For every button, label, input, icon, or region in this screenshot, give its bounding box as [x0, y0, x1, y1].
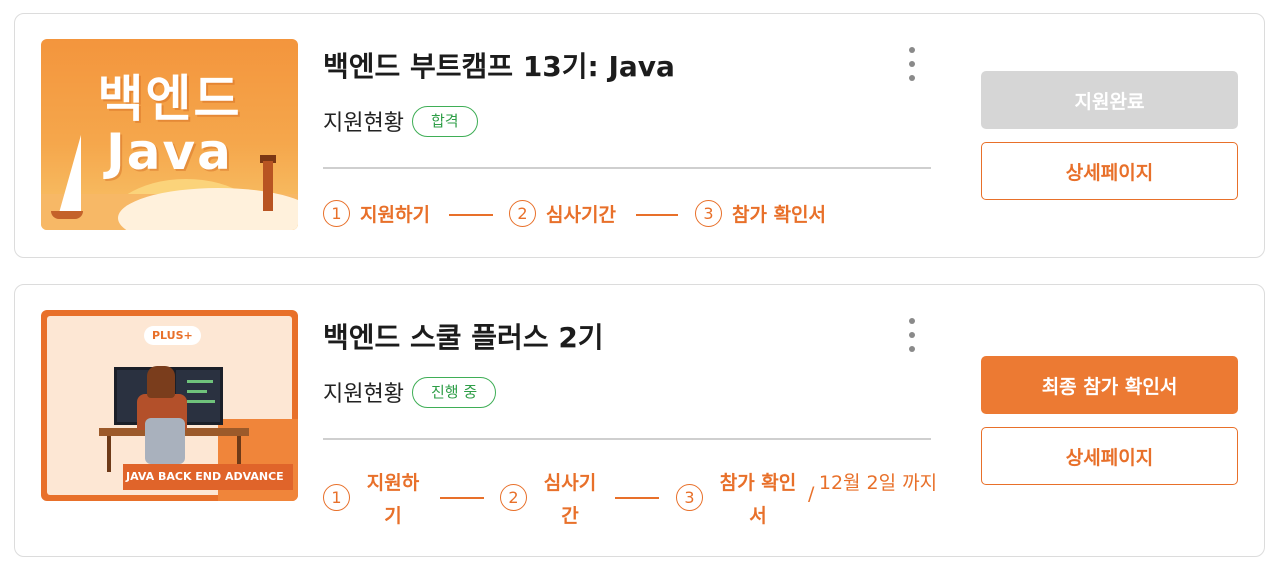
separator: / [808, 483, 815, 505]
divider [323, 167, 931, 169]
detail-page-button[interactable]: 상세페이지 [981, 142, 1238, 200]
step-label: 지원하기 [366, 472, 420, 527]
status-label: 지원현황 [323, 382, 404, 407]
step-connector [636, 214, 678, 216]
final-confirmation-button[interactable]: 최종 참가 확인서 [981, 356, 1238, 414]
code-line-graphic [187, 390, 207, 393]
step-label: 지원하기 [360, 204, 430, 226]
dot [909, 75, 915, 81]
program-card: 백엔드 Java 백엔드 부트캠프 13기: Java 지원현황 합격 1 지원… [14, 13, 1265, 258]
application-complete-button[interactable]: 지원완료 [981, 71, 1238, 129]
status-badge: 진행 중 [411, 376, 497, 408]
program-card: PLUS+ JAVA BACK END ADVANCE 백엔드 스쿨 플러스 2… [14, 284, 1265, 557]
step-apply: 1 지원하기 [323, 200, 430, 227]
application-status: 지원현황 합격 [323, 105, 478, 137]
application-steps: 1 지원하기 2 심사기간 3 참가 확인서 / 12월 2일 까지 [323, 467, 937, 531]
thumbnail-title-line2: Java [106, 123, 233, 181]
boat-hull-graphic [51, 211, 83, 219]
step-connector [449, 214, 493, 216]
dot [909, 47, 915, 53]
application-status: 지원현황 진행 중 [323, 376, 497, 408]
desk-leg-graphic [107, 436, 111, 472]
program-title[interactable]: 백엔드 스쿨 플러스 2기 [323, 316, 604, 356]
step-number: 1 [323, 484, 350, 511]
step-label: 참가 확인서 [732, 204, 827, 226]
deadline-text: 12월 2일 까지 [818, 472, 938, 494]
program-thumbnail[interactable]: 백엔드 Java [41, 39, 298, 230]
application-steps: 1 지원하기 2 심사기간 3 참가 확인서 [323, 200, 933, 230]
chair-graphic [145, 418, 185, 464]
step-connector [615, 497, 659, 499]
program-title[interactable]: 백엔드 부트캠프 13기: Java [323, 45, 675, 85]
step-number: 2 [500, 484, 527, 511]
dot [909, 332, 915, 338]
developer-head-icon [147, 366, 175, 398]
program-thumbnail[interactable]: PLUS+ JAVA BACK END ADVANCE [41, 310, 298, 501]
divider [323, 438, 931, 440]
step-number: 3 [676, 484, 703, 511]
code-line-graphic [187, 400, 215, 403]
code-line-graphic [187, 380, 213, 383]
more-options-icon[interactable] [904, 47, 920, 81]
dot [909, 346, 915, 352]
status-badge: 합격 [411, 105, 478, 137]
step-review: 2 심사기간 [509, 200, 616, 227]
step-number: 3 [695, 200, 722, 227]
step-label: 참가 확인서 [719, 472, 797, 527]
more-options-icon[interactable] [904, 318, 920, 352]
status-label: 지원현황 [323, 111, 404, 136]
step-label: 심사기간 [543, 472, 597, 527]
step-number: 1 [323, 200, 350, 227]
step-label: 심사기간 [546, 204, 616, 226]
thumbnail-title-line1: 백엔드 [97, 70, 242, 128]
thumbnail-caption: JAVA BACK END ADVANCE [126, 470, 284, 483]
plus-badge: PLUS+ [144, 326, 201, 345]
dot [909, 61, 915, 67]
step-confirmation: 3 참가 확인서 [695, 200, 826, 227]
dot [909, 318, 915, 324]
step-number: 2 [509, 200, 536, 227]
detail-page-button[interactable]: 상세페이지 [981, 427, 1238, 485]
step-connector [440, 497, 484, 499]
